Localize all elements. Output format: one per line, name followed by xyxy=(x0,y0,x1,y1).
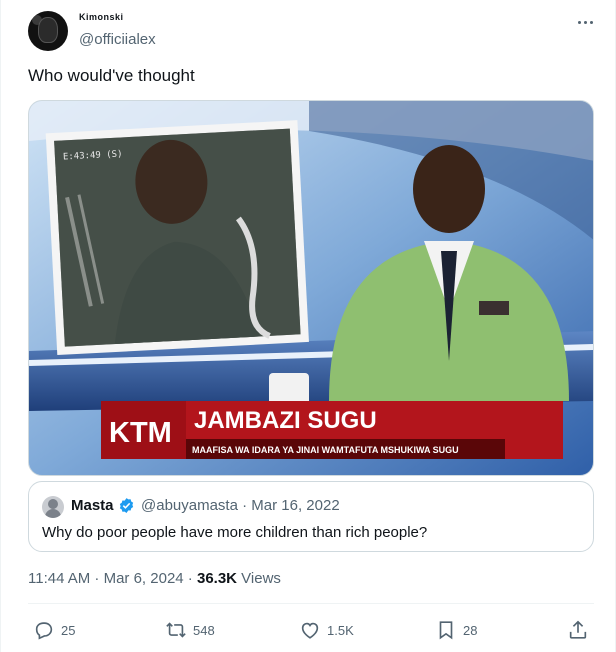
channel-logo: KTM xyxy=(109,417,172,449)
divider xyxy=(28,603,594,604)
tweet-media-image[interactable]: E:43:49 (S) KTM JAMBAZI SUGU MAAFISA WA … xyxy=(28,100,594,476)
news-broadcast-image: E:43:49 (S) KTM JAMBAZI SUGU MAAFISA WA … xyxy=(29,101,593,475)
author-display-name[interactable]: Kimonski xyxy=(79,12,124,22)
views-count: 36.3K xyxy=(196,570,238,587)
bookmark-icon xyxy=(439,621,453,640)
author-handle[interactable]: @officiialex xyxy=(79,31,156,48)
tweet-text: Who would've thought xyxy=(28,66,195,85)
author-avatar[interactable] xyxy=(28,11,68,51)
repost-count: 548 xyxy=(193,622,215,638)
like-count: 1.5K xyxy=(327,622,354,638)
quoted-author-name[interactable]: Masta xyxy=(71,497,114,514)
bookmark-button[interactable]: 28 xyxy=(435,617,477,643)
bookmark-count: 28 xyxy=(463,622,478,638)
views-label: Views xyxy=(237,570,281,587)
share-icon xyxy=(569,620,587,639)
repost-button[interactable]: 548 xyxy=(165,617,215,643)
like-icon xyxy=(301,622,319,639)
verified-icon xyxy=(119,498,134,513)
like-button[interactable]: 1.5K xyxy=(299,617,354,643)
reply-icon xyxy=(35,622,53,640)
tweet-card: Kimonski @officiialex Who would've thoug… xyxy=(0,0,616,652)
quoted-tweet-text: Why do poor people have more children th… xyxy=(42,524,428,541)
reply-count: 25 xyxy=(61,622,76,638)
tweet-timestamp[interactable]: 11:44 AM · Mar 6, 2024 · xyxy=(28,570,197,587)
news-headline: JAMBAZI SUGU xyxy=(194,407,377,434)
tweet-metadata: 11:44 AM · Mar 6, 2024 · 36.3K Views xyxy=(28,570,281,587)
news-ticker: MAAFISA WA IDARA YA JINAI WAMTAFUTA MSHU… xyxy=(192,445,459,455)
share-button[interactable] xyxy=(567,617,589,643)
reply-button[interactable]: 25 xyxy=(33,617,75,643)
more-icon[interactable] xyxy=(573,12,597,32)
quoted-tweet[interactable]: Masta @abuyamasta · Mar 16, 2022 Why do … xyxy=(28,481,594,552)
repost-icon xyxy=(166,622,186,638)
quoted-author-avatar[interactable] xyxy=(42,496,64,518)
quoted-handle-date[interactable]: @abuyamasta · Mar 16, 2022 xyxy=(141,497,340,514)
